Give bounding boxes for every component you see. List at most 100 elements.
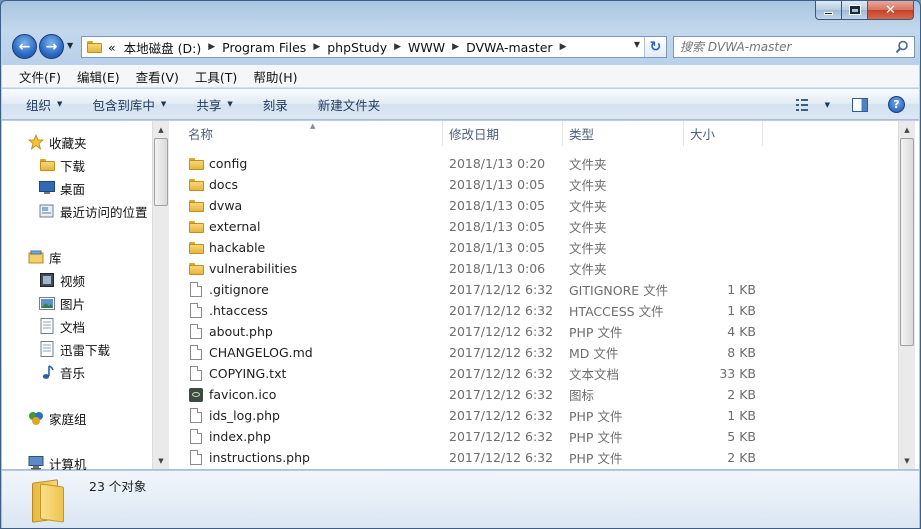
sidebar-item-thunder-downloads[interactable]: 迅雷下载 (39, 338, 110, 360)
search-box[interactable] (673, 36, 915, 58)
breadcrumb-overflow[interactable]: « (102, 40, 120, 55)
file-row[interactable]: .htaccess 2017/12/12 6:32 HTACCESS 文件 1 KB (174, 300, 901, 321)
sidebar-item-documents[interactable]: 文档 (39, 315, 85, 337)
breadcrumb-separator-icon[interactable]: ▶ (557, 42, 570, 52)
scroll-up-icon[interactable]: ▲ (153, 121, 169, 138)
breadcrumb-dvwa-master[interactable]: DVWA-master (462, 40, 557, 55)
scroll-up-icon[interactable]: ▲ (899, 121, 915, 138)
recent-pages-dropdown[interactable]: ▼ (67, 41, 73, 50)
caption-buttons: ✕ (815, 1, 914, 21)
sidebar-item-pictures[interactable]: 图片 (39, 292, 85, 314)
address-history-dropdown[interactable]: ▼ (634, 40, 640, 49)
sidebar-item-downloads[interactable]: 下载 (39, 154, 85, 176)
change-view-button[interactable]: ▼ (795, 98, 830, 111)
scroll-thumb[interactable] (154, 138, 168, 206)
refresh-button[interactable]: ↻ (644, 37, 666, 57)
homegroup-icon (28, 410, 44, 426)
menu-view[interactable]: 查看(V) (128, 67, 187, 86)
file-list-scrollbar[interactable]: ▲ ▼ (898, 121, 915, 469)
forward-button[interactable]: → (39, 34, 64, 59)
breadcrumb-separator-icon[interactable]: ▶ (449, 42, 462, 52)
folder-icon (188, 177, 204, 193)
breadcrumb-separator-icon[interactable]: ▶ (205, 42, 218, 52)
column-size[interactable]: 大小 (684, 121, 763, 146)
file-row[interactable]: ids_log.php 2017/12/12 6:32 PHP 文件 1 KB (174, 405, 901, 426)
file-type: 文件夹 (569, 241, 607, 256)
file-name-cell: about.php (188, 321, 273, 342)
file-icon (188, 303, 204, 319)
file-row[interactable]: dvwa 2018/1/13 0:05 文件夹 (174, 195, 901, 216)
folder-icon (87, 41, 102, 53)
menu-tools[interactable]: 工具(T) (187, 67, 245, 86)
file-type: PHP 文件 (569, 430, 623, 445)
sidebar-item-music[interactable]: 音乐 (39, 361, 85, 383)
file-row[interactable]: hackable 2018/1/13 0:05 文件夹 (174, 237, 901, 258)
chevron-down-icon[interactable]: ▼ (825, 101, 830, 109)
file-row[interactable]: about.php 2017/12/12 6:32 PHP 文件 4 KB (174, 321, 901, 342)
maximize-button[interactable] (842, 1, 868, 20)
column-name[interactable]: 名称 (174, 121, 443, 146)
back-button[interactable]: ← (12, 34, 37, 59)
burn-button[interactable]: 刻录 (243, 95, 298, 114)
file-date-modified: 2018/1/13 0:06 (449, 261, 546, 276)
help-button[interactable]: ? (888, 96, 905, 113)
new-folder-button[interactable]: 新建文件夹 (298, 95, 391, 114)
file-name-cell: docs (188, 174, 238, 195)
preview-pane-icon[interactable] (852, 97, 868, 112)
share-button[interactable]: 共享 ▼ (176, 95, 242, 114)
sidebar-item-recent-places[interactable]: 最近访问的位置 (39, 200, 148, 222)
include-in-library-button[interactable]: 包含到库中 ▼ (72, 95, 176, 114)
column-type[interactable]: 类型 (563, 121, 684, 146)
breadcrumb-separator-icon[interactable]: ▶ (391, 42, 404, 52)
folder-icon (188, 198, 204, 214)
file-size (686, 237, 756, 258)
breadcrumb-drive[interactable]: 本地磁盘 (D:) (120, 38, 206, 57)
sidebar-item-desktop[interactable]: 桌面 (39, 177, 85, 199)
file-name: config (209, 156, 248, 171)
sidebar-item-videos[interactable]: 视频 (39, 269, 85, 291)
file-name: COPYING.txt (209, 366, 287, 381)
scroll-thumb[interactable] (900, 138, 914, 346)
command-bar: 组织 ▼ 包含到库中 ▼ 共享 ▼ 刻录 新建文件夹 ▼ ? (2, 89, 919, 120)
address-bar[interactable]: « 本地磁盘 (D:) ▶ Program Files ▶ phpStudy ▶… (81, 36, 667, 58)
close-button[interactable]: ✕ (868, 1, 914, 20)
file-name: vulnerabilities (209, 261, 298, 276)
file-row[interactable]: favicon.ico 2017/12/12 6:32 图标 2 KB (174, 384, 901, 405)
sidebar-libraries[interactable]: 库 (28, 246, 62, 268)
file-row[interactable]: .gitignore 2017/12/12 6:32 GITIGNORE 文件 1 K… (174, 279, 901, 300)
breadcrumb-separator-icon[interactable]: ▶ (310, 42, 323, 52)
menu-help[interactable]: 帮助(H) (245, 67, 305, 86)
file-row[interactable]: instructions.php 2017/12/12 6:32 PHP 文件 2 K… (174, 447, 901, 468)
file-row[interactable]: config 2018/1/13 0:20 文件夹 (174, 153, 901, 174)
breadcrumb-phpstudy[interactable]: phpStudy (323, 40, 391, 55)
file-row[interactable]: vulnerabilities 2018/1/13 0:06 文件夹 (174, 258, 901, 279)
sidebar-homegroup[interactable]: 家庭组 (28, 407, 87, 429)
file-row[interactable]: index.php 2017/12/12 6:32 PHP 文件 5 KB (174, 426, 901, 447)
file-date-modified: 2018/1/13 0:05 (449, 219, 546, 234)
navigation-scrollbar[interactable]: ▲ ▼ (152, 121, 169, 469)
file-row[interactable]: COPYING.txt 2017/12/12 6:32 文本文档 33 KB (174, 363, 901, 384)
file-icon (188, 282, 204, 298)
breadcrumb-www[interactable]: WWW (404, 40, 449, 55)
file-size (686, 195, 756, 216)
search-icon[interactable] (895, 40, 909, 54)
file-row[interactable]: docs 2018/1/13 0:05 文件夹 (174, 174, 901, 195)
search-input[interactable] (680, 40, 890, 54)
back-arrow-icon: ← (18, 38, 31, 55)
breadcrumb-program-files[interactable]: Program Files (218, 40, 310, 55)
file-row[interactable]: external 2018/1/13 0:05 文件夹 (174, 216, 901, 237)
column-date-modified[interactable]: 修改日期 (443, 121, 563, 146)
sidebar-favorites[interactable]: 收藏夹 (28, 131, 87, 153)
file-row[interactable]: CHANGELOG.md 2017/12/12 6:32 MD 文件 8 KB (174, 342, 901, 363)
organize-button[interactable]: 组织 ▼ (2, 95, 72, 114)
libraries-icon (28, 249, 44, 265)
chevron-down-icon: ▼ (160, 100, 167, 108)
menu-file[interactable]: 文件(F) (2, 67, 69, 86)
minimize-button[interactable] (815, 1, 842, 20)
file-date-modified: 2017/12/12 6:32 (449, 303, 554, 318)
menu-edit[interactable]: 编辑(E) (69, 67, 128, 86)
scroll-down-icon[interactable]: ▼ (153, 452, 169, 469)
file-name: index.php (209, 429, 271, 444)
file-date-modified: 2018/1/13 0:05 (449, 198, 546, 213)
scroll-down-icon[interactable]: ▼ (899, 452, 915, 469)
